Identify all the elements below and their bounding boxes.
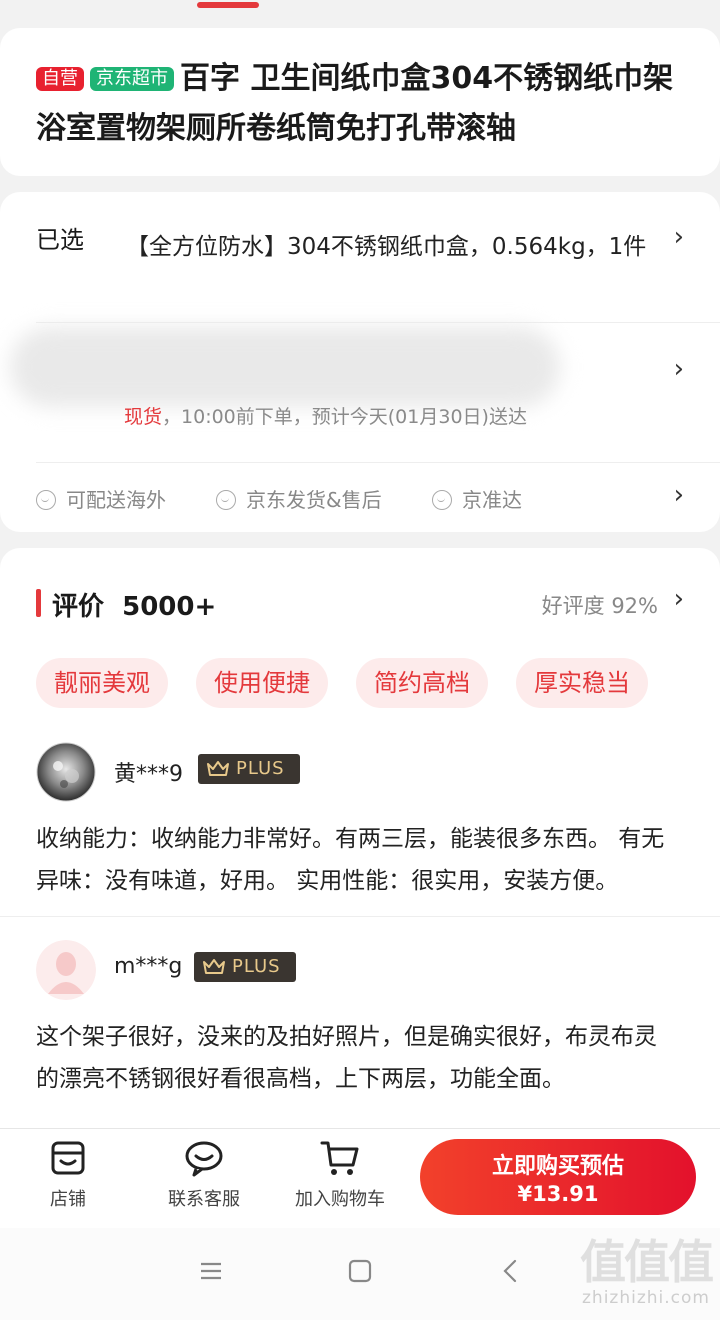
review-item[interactable]: m***g PLUS 这个架子很好，没来的及拍好照片，但是确实很好，布灵布灵的漂…	[36, 940, 684, 1100]
home-icon[interactable]	[347, 1258, 373, 1288]
chat-bubble-icon	[185, 1141, 223, 1177]
plus-badge: PLUS	[198, 754, 300, 784]
tab-indicator	[197, 2, 259, 8]
review-tag-chip[interactable]: 使用便捷	[196, 658, 328, 708]
review-item[interactable]: 黄***9 PLUS 收纳能力：收纳能力非常好。有两三层，能装很多东西。 有无异…	[36, 742, 684, 902]
reviews-header[interactable]: 评价 5000+ 好评度 92% ›	[36, 584, 684, 622]
self-operated-tag: 自营	[36, 67, 84, 91]
crown-icon	[203, 959, 225, 974]
divider	[36, 322, 720, 323]
bottom-action-bar: 店铺 联系客服 加入购物车 立即购买预估 ¥13.91	[0, 1128, 720, 1228]
stock-status: 现货	[124, 406, 163, 428]
avatar	[36, 742, 96, 802]
section-accent-bar	[36, 589, 41, 617]
customer-service-label: 联系客服	[168, 1189, 240, 1210]
review-text: 收纳能力：收纳能力非常好。有两三层，能装很多东西。 有无异味：没有味道，好用。 …	[36, 826, 665, 894]
review-tag-chip[interactable]: 靓丽美观	[36, 658, 168, 708]
selected-value: 【全方位防水】304不锈钢纸巾盒，0.564kg，1件	[126, 234, 647, 260]
cart-icon	[320, 1141, 359, 1175]
positive-rate: 好评度 92%	[541, 594, 658, 618]
store-icon	[51, 1141, 85, 1175]
review-tag-chip[interactable]: 厚实稳当	[516, 658, 648, 708]
service-item: 京准达	[432, 482, 522, 518]
reviewer-name: m***g	[114, 954, 183, 979]
divider	[36, 462, 720, 463]
spec-card: 已选 【全方位防水】304不锈钢纸巾盒，0.564kg，1件 › › 现货，10…	[0, 192, 720, 532]
chevron-right-icon: ›	[673, 480, 684, 510]
smile-circle-icon	[36, 490, 56, 510]
watermark: 值值值 zhizhizhi.com	[580, 1235, 714, 1308]
smile-circle-icon	[216, 490, 236, 510]
supermarket-tag: 京东超市	[90, 67, 174, 91]
watermark-url: zhizhizhi.com	[582, 1288, 710, 1308]
selected-spec-row[interactable]: 已选 【全方位防水】304不锈钢纸巾盒，0.564kg，1件 ›	[36, 220, 684, 300]
divider	[0, 916, 720, 917]
delivery-info: 现货，10:00前下单，预计今天(01月30日)送达	[124, 402, 527, 429]
reviews-card: 评价 5000+ 好评度 92% › 靓丽美观 使用便捷 简约高档 厚实稳当 黄…	[0, 548, 720, 1148]
reviewer-name: 黄***9	[114, 762, 183, 787]
buy-price: ¥13.91	[517, 1182, 599, 1206]
reviews-title: 评价 5000+	[52, 592, 217, 622]
chevron-right-icon: ›	[673, 222, 684, 252]
store-label: 店铺	[50, 1189, 86, 1210]
blurred-address-row[interactable]	[10, 327, 560, 407]
delivery-text: ，10:00前下单，预计今天(01月30日)送达	[162, 406, 527, 428]
chevron-right-icon: ›	[673, 354, 684, 384]
service-item: 可配送海外	[36, 482, 166, 518]
avatar	[36, 940, 96, 1000]
back-icon[interactable]	[498, 1258, 524, 1288]
customer-service-button[interactable]: 联系客服	[144, 1139, 264, 1211]
service-item: 京东发货&售后	[216, 482, 382, 518]
smile-circle-icon	[432, 490, 452, 510]
review-text: 这个架子很好，没来的及拍好照片，但是确实很好，布灵布灵的漂亮不锈钢很好看很高档，…	[36, 1024, 657, 1092]
menu-icon[interactable]	[198, 1258, 224, 1288]
chevron-right-icon: ›	[673, 584, 684, 614]
watermark-logo: 值值值	[580, 1235, 714, 1289]
crown-icon	[207, 761, 229, 776]
selected-label: 已选	[36, 226, 84, 254]
review-tag-chip[interactable]: 简约高档	[356, 658, 488, 708]
product-title-block: 自营 京东超市 百字 卫生间纸巾盒304不锈钢纸巾架浴室置物架厕所卷纸筒免打孔带滚轴	[36, 54, 688, 154]
buy-now-label: 立即购买预估	[491, 1154, 624, 1179]
add-to-cart-button[interactable]: 加入购物车	[280, 1139, 400, 1211]
product-title-card: 自营 京东超市 百字 卫生间纸巾盒304不锈钢纸巾架浴室置物架厕所卷纸筒免打孔带滚轴	[0, 28, 720, 176]
buy-now-button[interactable]: 立即购买预估 ¥13.91	[420, 1139, 696, 1215]
services-row[interactable]: 可配送海外 京东发货&售后 京准达 ›	[36, 480, 684, 518]
add-to-cart-label: 加入购物车	[295, 1189, 385, 1210]
store-button[interactable]: 店铺	[8, 1139, 128, 1211]
plus-badge: PLUS	[194, 952, 296, 982]
